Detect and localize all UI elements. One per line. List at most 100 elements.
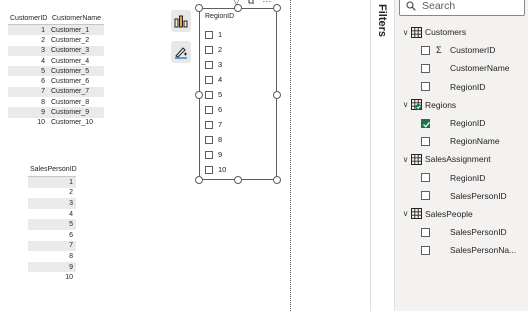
table-row[interactable]: 9 Customer_9 — [8, 107, 104, 118]
field-item[interactable]: RegionName — [401, 132, 527, 150]
field-checkbox[interactable] — [421, 173, 430, 183]
table-row[interactable]: 5 Customer_5 — [8, 66, 104, 77]
table-cell: 10 — [37, 119, 45, 127]
slicer-item[interactable]: 7 — [205, 117, 226, 132]
slicer-item[interactable]: 2 — [205, 42, 226, 57]
slicer-item[interactable]: 1 — [205, 27, 226, 42]
checkbox[interactable] — [205, 150, 213, 159]
checkbox[interactable] — [205, 60, 213, 69]
resize-handle[interactable] — [234, 176, 242, 184]
table-row[interactable]: 7 — [28, 240, 76, 252]
resize-handle[interactable] — [195, 4, 203, 12]
slicer-item[interactable]: 9 — [205, 147, 226, 162]
table-cell: Customer_5 — [51, 67, 90, 75]
field-item[interactable]: SalesPersonID — [401, 187, 527, 205]
resize-handle[interactable] — [273, 176, 281, 184]
table-cell: Customer_4 — [51, 57, 90, 65]
field-item[interactable]: RegionID — [401, 169, 527, 187]
table-row[interactable]: 8 — [28, 251, 76, 262]
slicer-item[interactable]: 4 — [205, 72, 226, 87]
column-header[interactable]: CustomerID — [8, 15, 48, 22]
checkbox[interactable] — [205, 45, 213, 54]
resize-handle[interactable] — [195, 91, 203, 99]
field-checkbox[interactable] — [421, 45, 430, 55]
column-header[interactable]: SalesPersonID — [28, 163, 77, 177]
chevron-down-icon[interactable]: ∨ — [401, 209, 410, 218]
field-name: CustomerID — [450, 45, 496, 56]
checkbox[interactable] — [205, 135, 213, 144]
resize-handle[interactable] — [273, 4, 281, 12]
table-row[interactable]: 1 Customer_1 — [8, 25, 104, 36]
filter-icon[interactable]: ▽ — [233, 0, 240, 7]
chevron-down-icon[interactable]: ∨ — [401, 100, 410, 109]
table-row[interactable]: 8 Customer_8 — [8, 97, 104, 107]
table-node[interactable]: ∨ Regions — [401, 96, 527, 114]
field-checkbox[interactable] — [421, 118, 430, 128]
slicer-item-label: 4 — [218, 75, 223, 84]
table-cell: 2 — [41, 36, 45, 44]
table-row[interactable]: 1 — [28, 177, 76, 188]
table-row[interactable]: 9 — [28, 261, 76, 273]
field-item[interactable]: CustomerName — [401, 59, 527, 77]
slicer-item[interactable]: 3 — [205, 57, 226, 72]
table-row[interactable]: 10 — [28, 272, 76, 283]
table-node[interactable]: ∨ Customers — [401, 23, 527, 41]
table-row[interactable]: 2 Customer_2 — [8, 35, 104, 45]
resize-handle[interactable] — [273, 91, 281, 99]
field-checkbox[interactable] — [421, 63, 430, 73]
table-row[interactable]: 2 — [28, 188, 76, 199]
build-visual-button[interactable] — [171, 10, 191, 32]
table-row[interactable]: 7 Customer_7 — [8, 86, 104, 98]
table-row[interactable]: 5 — [28, 219, 76, 230]
field-checkbox[interactable] — [421, 191, 430, 201]
table-node[interactable]: ∨ SalesPeople — [401, 205, 527, 223]
checkbox[interactable] — [205, 75, 213, 84]
checkbox[interactable] — [205, 90, 213, 99]
field-item[interactable]: RegionID — [401, 114, 527, 132]
table-header: CustomerID CustomerName — [8, 12, 104, 25]
data-pane: Search ∨ Customers Σ CustomerID CustomerName… — [394, 0, 528, 311]
table-row[interactable]: 3 Customer_3 — [8, 45, 104, 56]
field-item[interactable]: Σ CustomerID — [401, 41, 527, 59]
table-row[interactable]: 3 — [28, 198, 76, 209]
table-icon — [411, 153, 422, 165]
slicer-item-label: 8 — [218, 135, 223, 144]
chevron-down-icon[interactable]: ∨ — [401, 155, 410, 164]
field-item[interactable]: SalesPersonNa... — [401, 241, 527, 259]
salesperson-table-visual[interactable]: SalesPersonID 1 2 3 4 5 6 7 8 9 10 — [28, 163, 77, 283]
checkbox[interactable] — [205, 165, 213, 174]
field-checkbox[interactable] — [421, 136, 430, 146]
field-item[interactable]: SalesPersonID — [401, 223, 527, 241]
table-node[interactable]: ∨ SalesAssignment — [401, 150, 527, 168]
column-header[interactable]: CustomerName — [48, 15, 104, 22]
report-canvas[interactable]: CustomerID CustomerName 1 Customer_1 2 Cust… — [0, 0, 370, 311]
checkbox[interactable] — [205, 105, 213, 114]
slicer-item[interactable]: 10 — [205, 162, 226, 177]
slicer-item[interactable]: 5 — [205, 87, 226, 102]
field-checkbox[interactable] — [421, 227, 430, 237]
table-cell: 4 — [41, 57, 45, 65]
region-slicer[interactable]: RegionID 1 2 3 4 5 6 7 8 9 10 — [199, 8, 277, 180]
slicer-item[interactable]: 6 — [205, 102, 226, 117]
format-visual-button[interactable] — [171, 41, 191, 63]
search-input[interactable]: Search — [399, 0, 525, 16]
field-checkbox[interactable] — [421, 82, 430, 92]
filters-pane-collapsed[interactable]: Filters — [370, 0, 394, 311]
resize-handle[interactable] — [195, 176, 203, 184]
table-row[interactable]: 6 Customer_6 — [8, 76, 104, 86]
table-row[interactable]: 4 — [28, 209, 76, 220]
checkbox[interactable] — [205, 30, 213, 39]
more-options-icon[interactable]: ⋯ — [262, 0, 271, 7]
customers-table-visual[interactable]: CustomerID CustomerName 1 Customer_1 2 Cust… — [8, 12, 104, 128]
field-item[interactable]: RegionID — [401, 78, 527, 96]
filters-label[interactable]: Filters — [376, 4, 388, 37]
field-checkbox[interactable] — [421, 245, 430, 255]
table-row[interactable]: 6 — [28, 230, 76, 241]
chevron-down-icon[interactable]: ∨ — [401, 28, 410, 37]
slicer-item[interactable]: 8 — [205, 132, 226, 147]
table-row[interactable]: 10 Customer_10 — [8, 118, 104, 128]
table-row[interactable]: 4 Customer_4 — [8, 56, 104, 66]
checkbox[interactable] — [205, 120, 213, 129]
focus-mode-icon[interactable]: ⧉ — [248, 0, 254, 7]
table-body: 1 Customer_1 2 Customer_2 3 Customer_3 4 Custom… — [8, 25, 104, 128]
